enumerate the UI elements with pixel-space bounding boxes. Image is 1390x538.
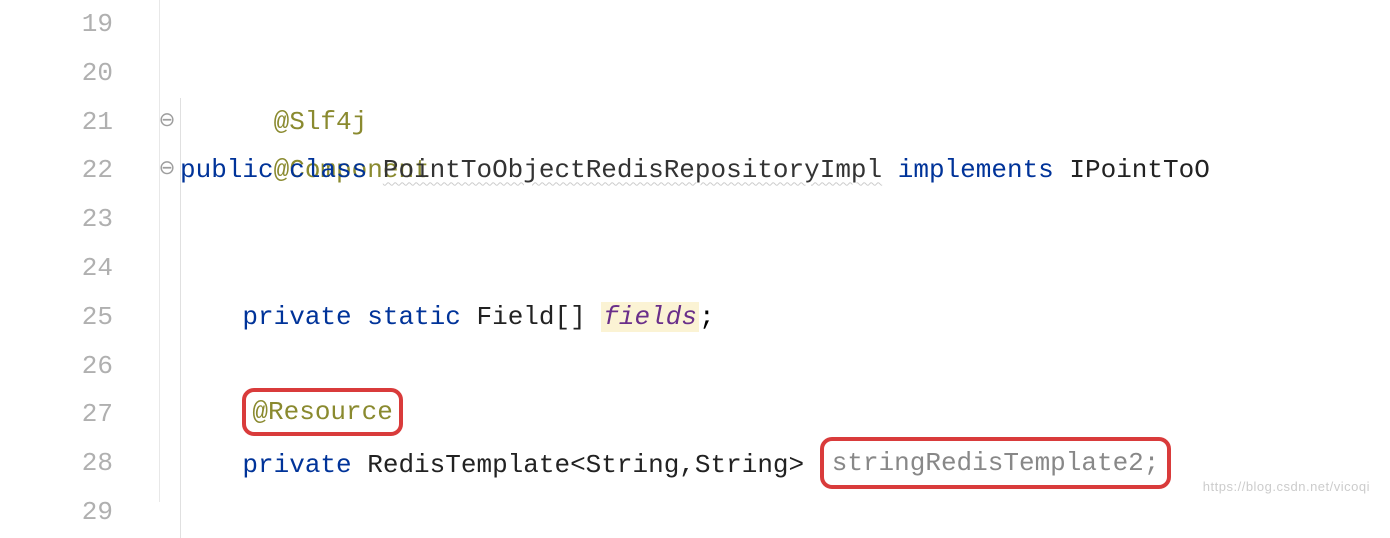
line-number: 27 [0, 390, 159, 439]
highlight-box-resource: @Resource [242, 388, 402, 436]
field-name-fields: fields [601, 302, 699, 332]
code-line-29[interactable] [180, 488, 1390, 537]
type-field-array: Field[] [476, 302, 585, 332]
annotation-resource: @Resource [252, 397, 392, 427]
keyword-private: private [242, 302, 351, 332]
fold-collapse-icon[interactable]: ⊖ [158, 146, 176, 195]
code-line-22[interactable]: public class PointToObjectRedisRepositor… [180, 146, 1390, 195]
code-line-25[interactable]: private static Field[] fields; [180, 293, 1390, 342]
line-number: 25 [0, 293, 159, 342]
code-line-23[interactable] [180, 195, 1390, 244]
semicolon: ; [699, 302, 715, 332]
code-line-26[interactable] [180, 342, 1390, 391]
code-line-24[interactable] [180, 244, 1390, 293]
line-number: 23 [0, 195, 159, 244]
line-number: 21 [0, 98, 159, 147]
keyword-public: public [180, 155, 274, 185]
code-line-27[interactable]: @Resource [180, 390, 1390, 439]
line-number: 28 [0, 439, 159, 488]
line-number: 20 [0, 49, 159, 98]
keyword-static: static [367, 302, 461, 332]
highlight-box-varname: stringRedisTemplate2; [820, 437, 1172, 489]
code-line-20[interactable]: ⊖@Slf4j [180, 49, 1390, 98]
fold-collapse-icon[interactable]: ⊖ [158, 98, 176, 147]
watermark: https://blog.csdn.net/vicoqi [1203, 479, 1370, 494]
code-editor: 19 20 21 22 23 24 25 26 27 28 29 ⊖@Slf4j… [0, 0, 1390, 502]
code-line-21[interactable]: ⊖@Component [180, 98, 1390, 147]
type-redis-template: RedisTemplate<String,String> [367, 450, 804, 480]
keyword-class: class [289, 155, 367, 185]
variable-name: stringRedisTemplate2; [832, 448, 1160, 478]
gutter: 19 20 21 22 23 24 25 26 27 28 29 [0, 0, 160, 502]
interface-name: IPointToO [1069, 155, 1209, 185]
line-number: 24 [0, 244, 159, 293]
line-number: 29 [0, 488, 159, 537]
keyword-implements: implements [898, 155, 1054, 185]
class-name: PointToObjectRedisRepositoryImpl [383, 155, 882, 185]
line-number: 19 [0, 0, 159, 49]
code-line-19[interactable] [180, 0, 1390, 49]
code-area[interactable]: ⊖@Slf4j ⊖@Component public class PointTo… [160, 0, 1390, 502]
keyword-private: private [242, 450, 351, 480]
line-number: 22 [0, 146, 159, 195]
line-number: 26 [0, 342, 159, 391]
